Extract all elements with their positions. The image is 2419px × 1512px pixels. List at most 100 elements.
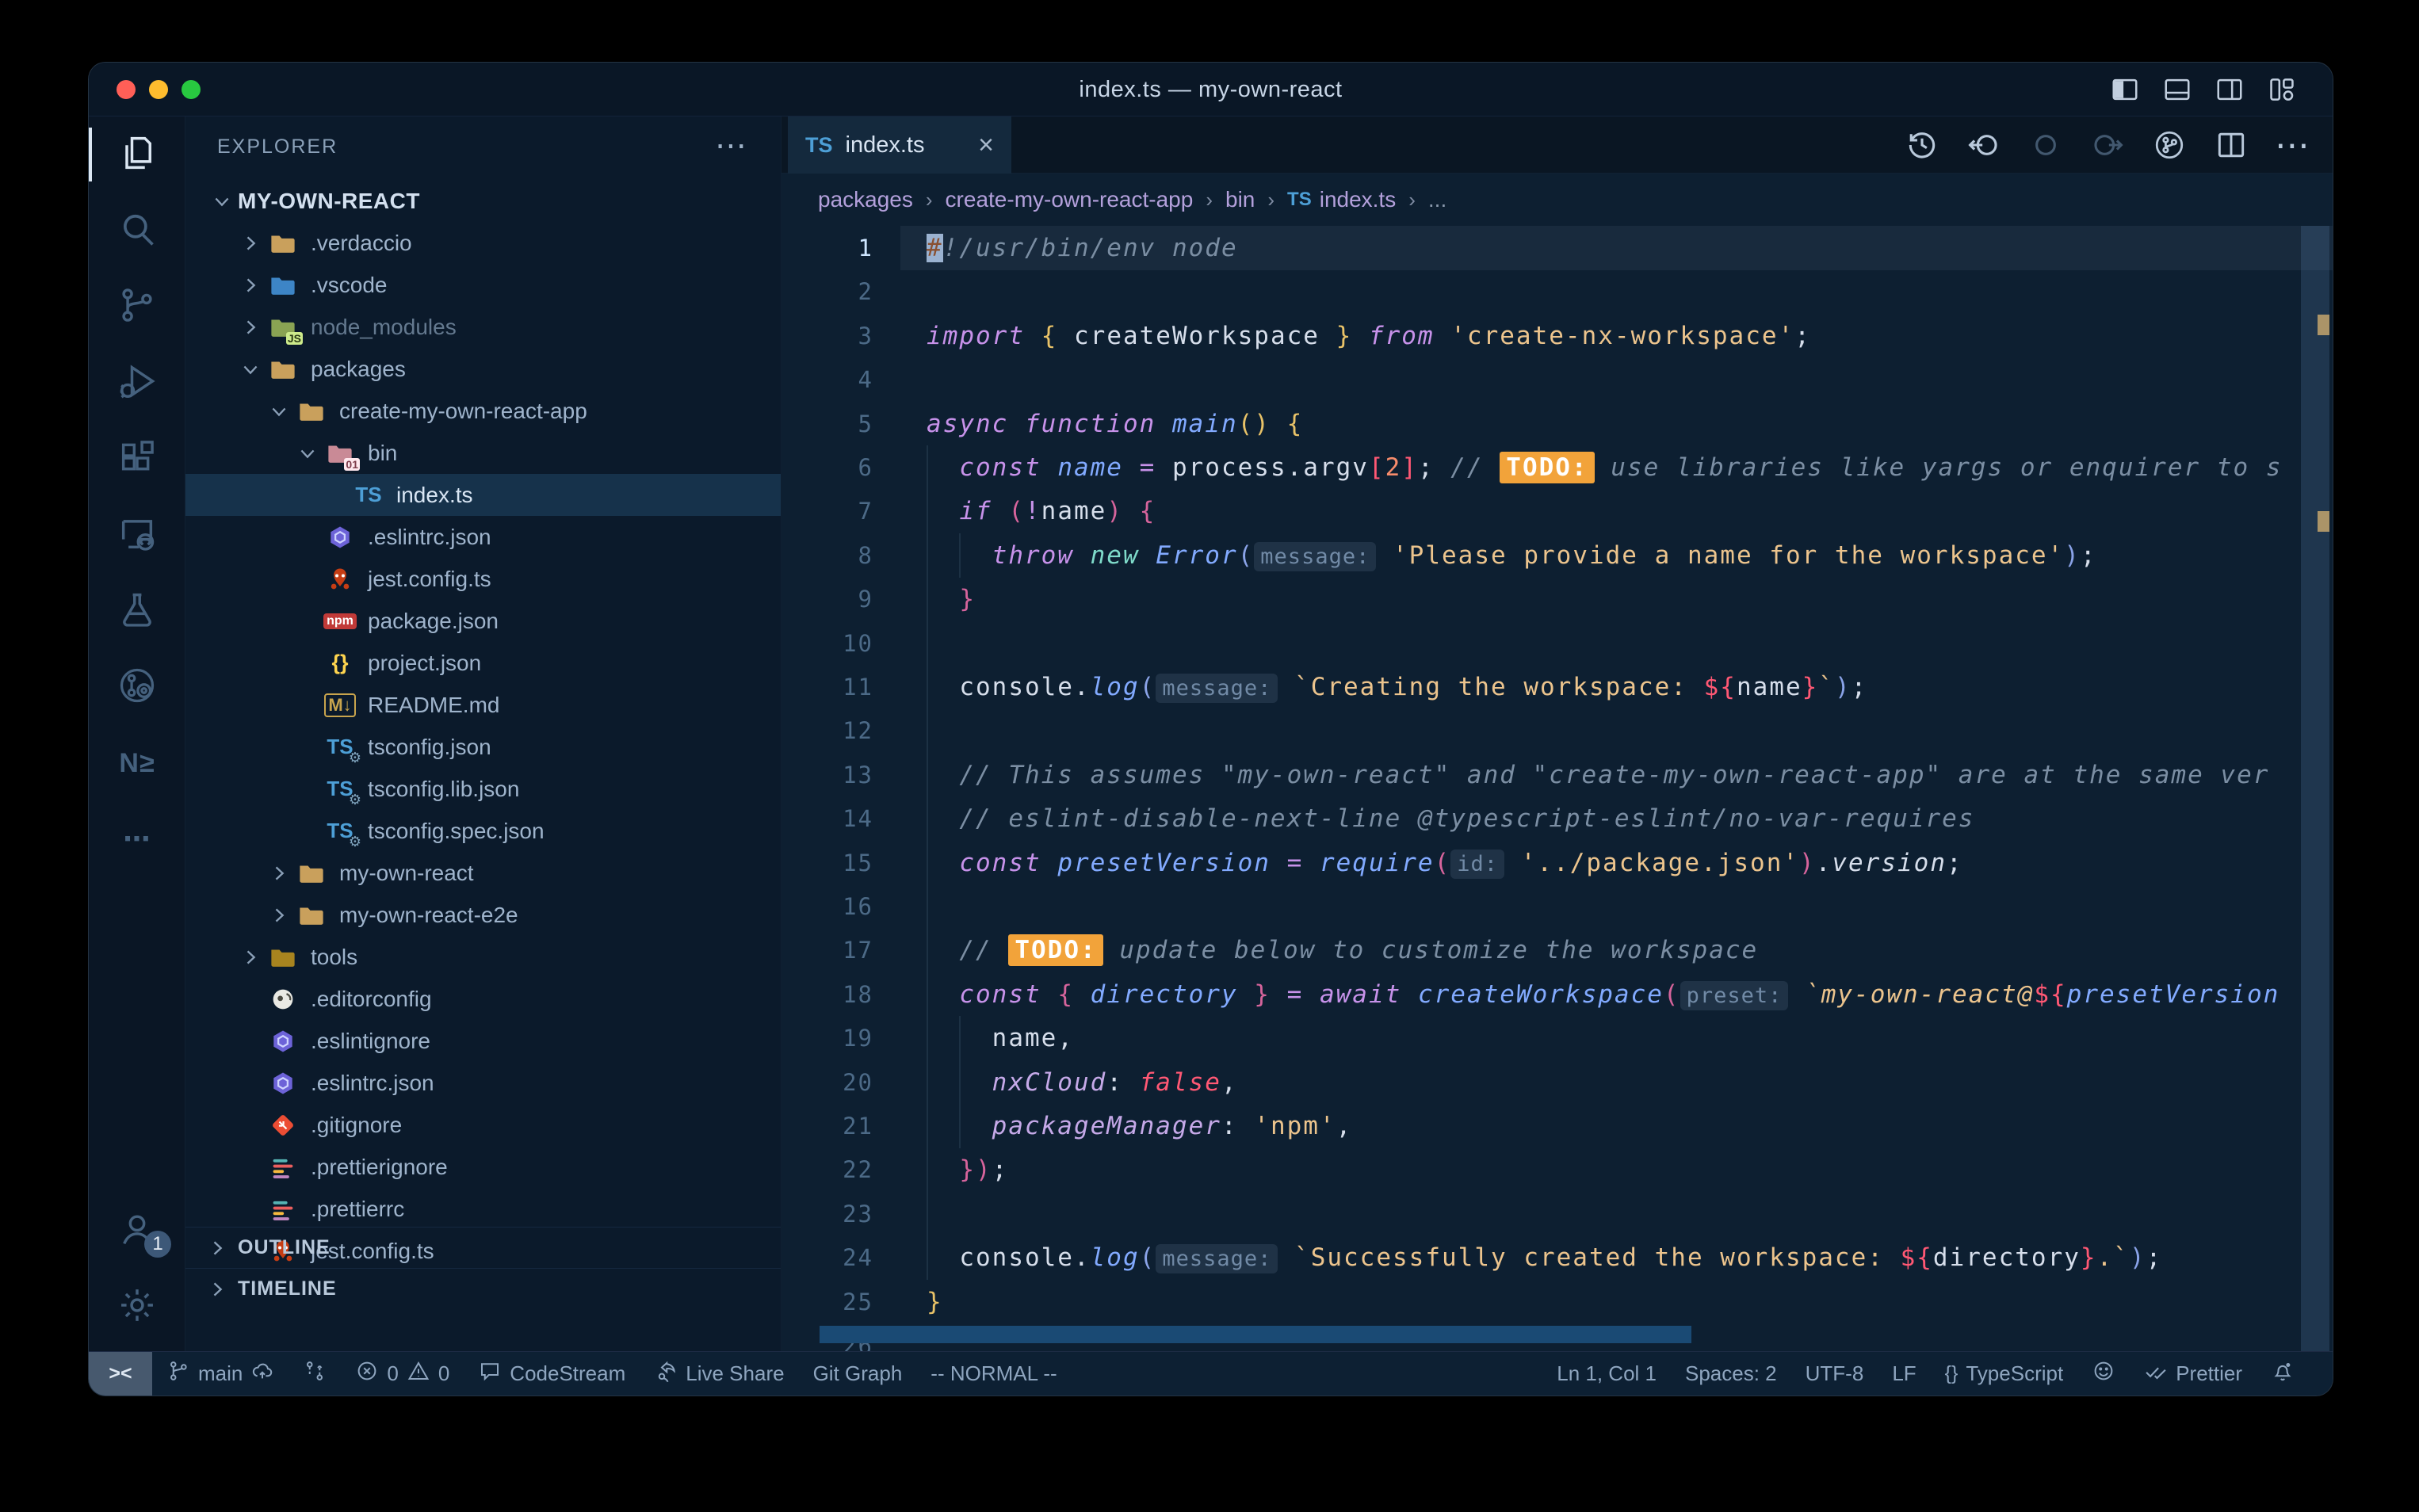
- status-vim-mode[interactable]: -- NORMAL --: [916, 1352, 1071, 1396]
- folder-icon: [295, 899, 328, 931]
- code-line: [781, 621, 2333, 666]
- breadcrumb-item[interactable]: create-my-own-react-app: [946, 187, 1194, 212]
- customize-layout-icon[interactable]: [2266, 74, 2298, 105]
- tree-item-.editorconfig[interactable]: .editorconfig: [185, 978, 781, 1020]
- tree-item-label: README.md: [368, 693, 499, 718]
- activity-extensions[interactable]: [89, 421, 185, 497]
- tree-item-tsconfig.lib.json[interactable]: TS⚙tsconfig.lib.json: [185, 768, 781, 810]
- tree-item-label: .eslintignore: [311, 1029, 430, 1054]
- breadcrumb-item[interactable]: index.ts: [1320, 187, 1397, 212]
- explorer-icon: [117, 132, 158, 178]
- tree-item-.vscode[interactable]: .vscode: [185, 264, 781, 306]
- activity-explorer[interactable]: [89, 116, 185, 193]
- tree-item-.prettierrc[interactable]: .prettierrc: [185, 1188, 781, 1230]
- status-feedback[interactable]: [2077, 1352, 2130, 1396]
- breadcrumb-item[interactable]: ...: [1428, 187, 1446, 212]
- tree-item-.gitignore[interactable]: .gitignore: [185, 1104, 781, 1146]
- activity-settings[interactable]: [89, 1269, 185, 1345]
- search-icon: [117, 208, 158, 254]
- tree-item-tsconfig.json[interactable]: TS⚙tsconfig.json: [185, 726, 781, 768]
- toggle-secondary-sidebar-icon[interactable]: [2214, 74, 2245, 105]
- activity-run-debug[interactable]: [89, 345, 185, 421]
- tree-item-project.json[interactable]: {}project.json: [185, 642, 781, 684]
- tree-item-create-my-own-react-app[interactable]: create-my-own-react-app: [185, 390, 781, 432]
- status-git-branch[interactable]: main: [152, 1352, 289, 1396]
- activity-gitlens[interactable]: [89, 649, 185, 725]
- status-label: CodeStream: [510, 1361, 625, 1386]
- tree-item-tsconfig.spec.json[interactable]: TS⚙tsconfig.spec.json: [185, 810, 781, 852]
- tree-item-index.ts[interactable]: TSindex.ts: [185, 474, 781, 516]
- status-prettier[interactable]: Prettier: [2130, 1352, 2257, 1396]
- toggle-primary-sidebar-icon[interactable]: [2109, 74, 2141, 105]
- open-changes-icon[interactable]: [2150, 126, 2188, 164]
- editorconfig-icon: [266, 983, 300, 1015]
- status-indentation[interactable]: Spaces: 2: [1671, 1352, 1791, 1396]
- tree-item-MY-OWN-REACT[interactable]: MY-OWN-REACT: [185, 180, 781, 222]
- explorer-title: EXPLORER: [217, 136, 338, 158]
- code-editor[interactable]: 1234567891011121314151617181920212223242…: [781, 226, 2333, 1351]
- outline-section[interactable]: OUTLINE: [185, 1227, 781, 1268]
- breadcrumb-item[interactable]: packages: [818, 187, 913, 212]
- timeline-history-icon[interactable]: [1903, 126, 1941, 164]
- activity-nx-console[interactable]: N≥: [89, 725, 185, 801]
- tree-item-.eslintrc.json[interactable]: .eslintrc.json: [185, 516, 781, 558]
- activity-remote-explorer[interactable]: [89, 497, 185, 573]
- next-change-icon[interactable]: [2088, 126, 2127, 164]
- status-cursor-position[interactable]: Ln 1, Col 1: [1542, 1352, 1671, 1396]
- status-git-graph[interactable]: Git Graph: [799, 1352, 917, 1396]
- tab-close-icon[interactable]: ×: [978, 132, 994, 158]
- status-git-compare[interactable]: [289, 1352, 341, 1396]
- tree-item-my-own-react-e2e[interactable]: my-own-react-e2e: [185, 894, 781, 936]
- code-line: throw new Error(message: 'Please provide…: [781, 533, 2333, 578]
- tree-item-tools[interactable]: tools: [185, 936, 781, 978]
- activity-more-views[interactable]: ⋯: [89, 801, 185, 877]
- explorer-more-actions-icon[interactable]: ⋯: [715, 128, 749, 164]
- split-editor-icon[interactable]: [2212, 126, 2250, 164]
- more-actions-icon[interactable]: ⋯: [2274, 126, 2312, 164]
- breadcrumb-item[interactable]: bin: [1225, 187, 1255, 212]
- status-live-share[interactable]: Live Share: [640, 1352, 798, 1396]
- activity-source-control[interactable]: [89, 269, 185, 345]
- tree-item-jest.config.ts[interactable]: jest.config.ts: [185, 558, 781, 600]
- horizontal-scrollbar[interactable]: [820, 1326, 1691, 1343]
- tree-item-node_modules[interactable]: JSnode_modules: [185, 306, 781, 348]
- outline-section-label: OUTLINE: [238, 1236, 331, 1259]
- status-remote-indicator[interactable]: ><: [89, 1352, 152, 1396]
- previous-change-icon[interactable]: [2027, 126, 2065, 164]
- open-previous-change-icon[interactable]: [1965, 126, 2003, 164]
- tree-item-package.json[interactable]: npmpackage.json: [185, 600, 781, 642]
- remote-explorer-icon: [117, 513, 158, 558]
- tree-item-.verdaccio[interactable]: .verdaccio: [185, 222, 781, 264]
- tree-item-label: create-my-own-react-app: [339, 399, 587, 424]
- status-encoding[interactable]: UTF-8: [1791, 1352, 1878, 1396]
- tree-item-.eslintrc.json[interactable]: .eslintrc.json: [185, 1062, 781, 1104]
- tree-item-packages[interactable]: packages: [185, 348, 781, 390]
- status-label: Spaces: 2: [1685, 1361, 1777, 1386]
- activity-testing[interactable]: [89, 573, 185, 649]
- status-notifications[interactable]: [2257, 1352, 2309, 1396]
- vertical-scrollbar[interactable]: [2301, 226, 2329, 1351]
- tree-item-README.md[interactable]: M↓README.md: [185, 684, 781, 726]
- toggle-panel-icon[interactable]: [2161, 74, 2193, 105]
- folder-icon: JS: [266, 311, 300, 343]
- tree-item-my-own-react[interactable]: my-own-react: [185, 852, 781, 894]
- tree-item-.prettierignore[interactable]: .prettierignore: [185, 1146, 781, 1188]
- status-label: main: [198, 1361, 243, 1386]
- status-eol[interactable]: LF: [1878, 1352, 1930, 1396]
- code-line: });: [781, 1147, 2333, 1192]
- code-line: [781, 269, 2333, 314]
- tree-item-label: MY-OWN-REACT: [238, 189, 420, 214]
- tree-item-bin[interactable]: 01bin: [185, 432, 781, 474]
- timeline-section[interactable]: TIMELINE: [185, 1268, 781, 1309]
- status-language-mode[interactable]: {}TypeScript: [1931, 1352, 2078, 1396]
- activity-search[interactable]: [89, 193, 185, 269]
- tree-item-label: tsconfig.json: [368, 735, 491, 760]
- activity-accounts[interactable]: 1: [89, 1193, 185, 1269]
- braces-icon: {}: [323, 647, 357, 679]
- tree-item-.eslintignore[interactable]: .eslintignore: [185, 1020, 781, 1062]
- tab-index-ts[interactable]: TS index.ts ×: [788, 116, 1011, 174]
- code-line: console.log(message: `Creating the works…: [781, 665, 2333, 709]
- status-codestream[interactable]: CodeStream: [464, 1352, 640, 1396]
- status-problems[interactable]: 00: [341, 1352, 464, 1396]
- code-line: // TODO: update below to customize the w…: [781, 928, 2333, 972]
